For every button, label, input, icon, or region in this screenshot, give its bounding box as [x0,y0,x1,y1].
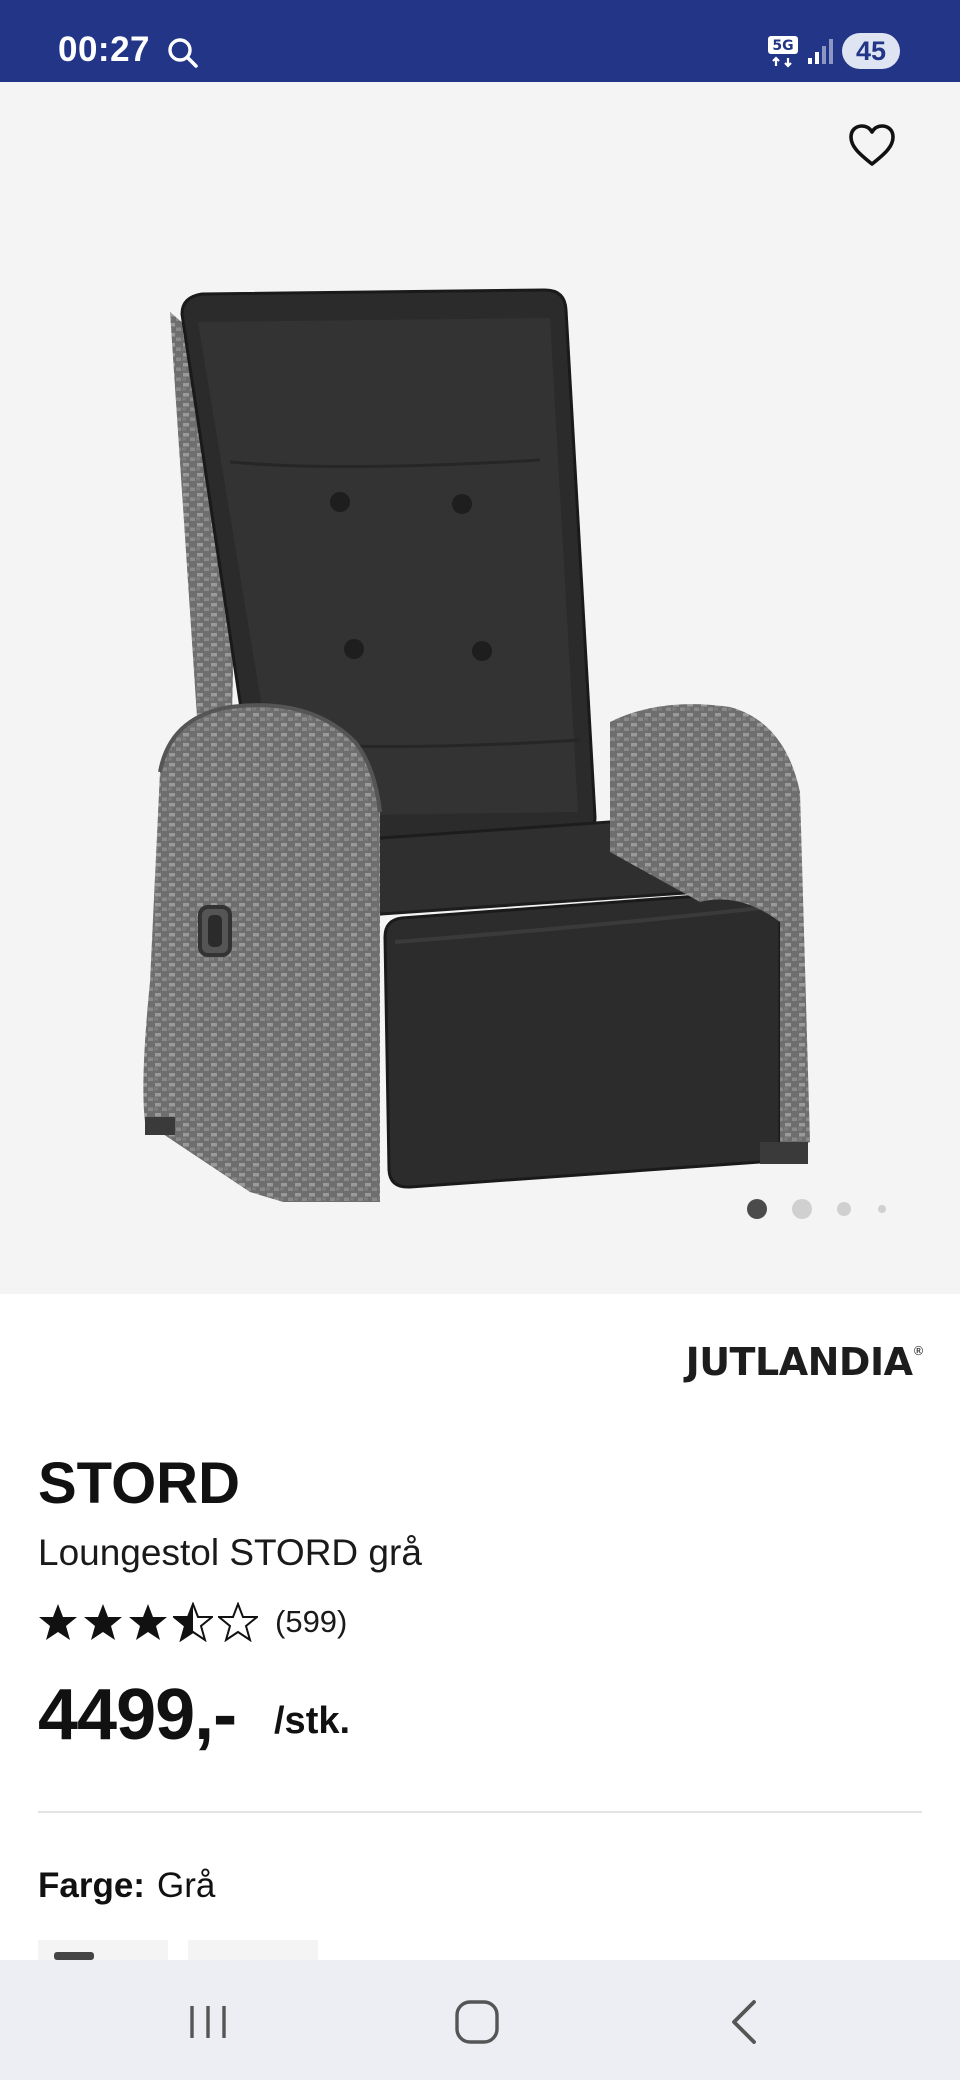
star-full-icon [84,1604,122,1640]
product-gallery[interactable] [0,82,960,1294]
brand-name: JUTLANDIA [685,1340,913,1384]
page-dot-1[interactable] [747,1199,767,1219]
brand-registered-mark: ® [912,1344,925,1358]
image-page-indicator[interactable] [0,1199,960,1219]
price-unit: /stk. [274,1700,351,1742]
status-time: 00:27 [58,30,151,69]
network-5g-icon: 5G [768,36,798,68]
color-selector: Farge: Grå [38,1866,215,1906]
recent-apps-icon[interactable] [168,1982,248,2062]
product-description: Loungestol STORD grå [38,1532,422,1573]
star-half-icon [173,1602,213,1642]
page-dot-3[interactable] [837,1202,851,1216]
star-full-icon [39,1604,77,1640]
product-rating[interactable]: (599) [38,1600,347,1644]
swatch-thumbnail [54,1952,94,1960]
color-label: Farge: [38,1866,145,1905]
signal-icon [808,39,833,64]
heart-outline-icon[interactable] [846,120,898,172]
product-image[interactable] [140,202,820,1202]
product-name: STORD [38,1451,240,1516]
status-bar: 00:27 5G 45 [0,0,960,82]
system-nav-bar [0,1960,960,2080]
page-dot-2[interactable] [792,1199,812,1219]
page-dot-4[interactable] [878,1205,886,1213]
home-icon[interactable] [437,1982,517,2062]
review-count[interactable]: (599) [275,1604,347,1640]
divider [38,1811,922,1813]
star-full-icon [129,1604,167,1640]
battery-level: 45 [855,35,887,66]
svg-text:5G: 5G [772,38,793,54]
star-empty-icon [218,1602,258,1642]
battery-icon: 45 [842,33,900,69]
product-price: 4499,- [38,1675,237,1755]
color-value: Grå [156,1866,216,1905]
back-icon[interactable] [706,1982,786,2062]
brand-logo[interactable]: JUTLANDIA® [685,1340,925,1384]
search-icon[interactable] [166,36,200,70]
